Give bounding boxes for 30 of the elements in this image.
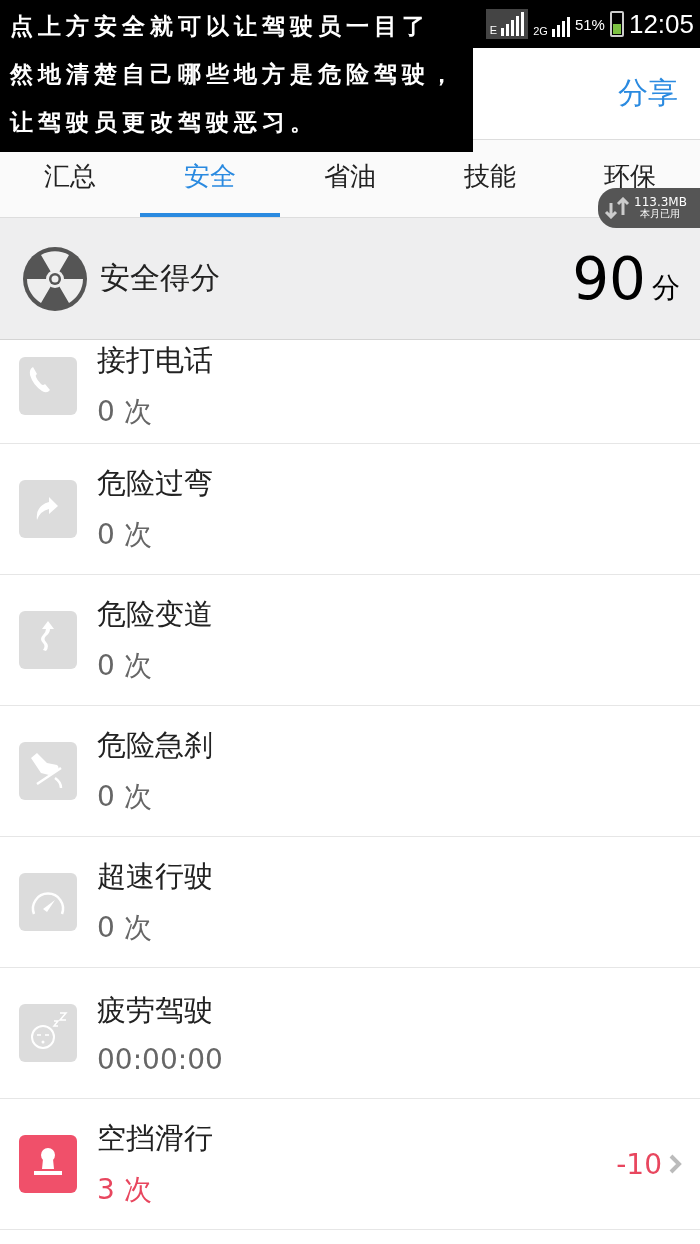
- item-count: 0 次: [97, 648, 153, 684]
- data-amount: 113.3MB: [634, 196, 687, 210]
- network-label: E: [489, 25, 498, 36]
- item-title: 超速行驶: [97, 858, 214, 895]
- score-value: 90: [572, 244, 646, 313]
- share-button[interactable]: 分享: [612, 72, 684, 115]
- penalty-value: -10: [616, 1147, 662, 1181]
- item-title: 接打电话: [97, 341, 214, 379]
- item-count: 0 次: [97, 779, 153, 815]
- radiation-icon: [22, 245, 88, 312]
- item-count: 0 次: [97, 393, 153, 430]
- battery-percent: 51%: [574, 15, 605, 33]
- item-count: 0 次: [97, 517, 153, 553]
- data-caption: 本月已用: [640, 209, 681, 220]
- network-label: 2G: [533, 26, 548, 37]
- item-title: 空挡滑行: [97, 1120, 214, 1157]
- up-down-arrows-icon: [604, 197, 630, 219]
- item-count: 00:00:00: [97, 1042, 224, 1076]
- item-title: 危险急刹: [97, 727, 214, 764]
- item-count: 0 次: [97, 910, 153, 946]
- item-title: 疲劳驾驶: [97, 991, 214, 1029]
- battery-icon: [609, 11, 624, 37]
- item-title: 危险过弯: [97, 465, 214, 502]
- item-count: 3 次: [97, 1172, 153, 1208]
- item-title: 危险变道: [97, 596, 214, 633]
- clock: 12:05: [628, 8, 694, 40]
- chevron-icon[interactable]: [668, 1153, 682, 1175]
- score-label: 安全得分: [100, 259, 221, 297]
- score-unit: 分: [652, 269, 680, 306]
- data-usage-toast[interactable]: 113.3MB 本月已用: [598, 188, 700, 228]
